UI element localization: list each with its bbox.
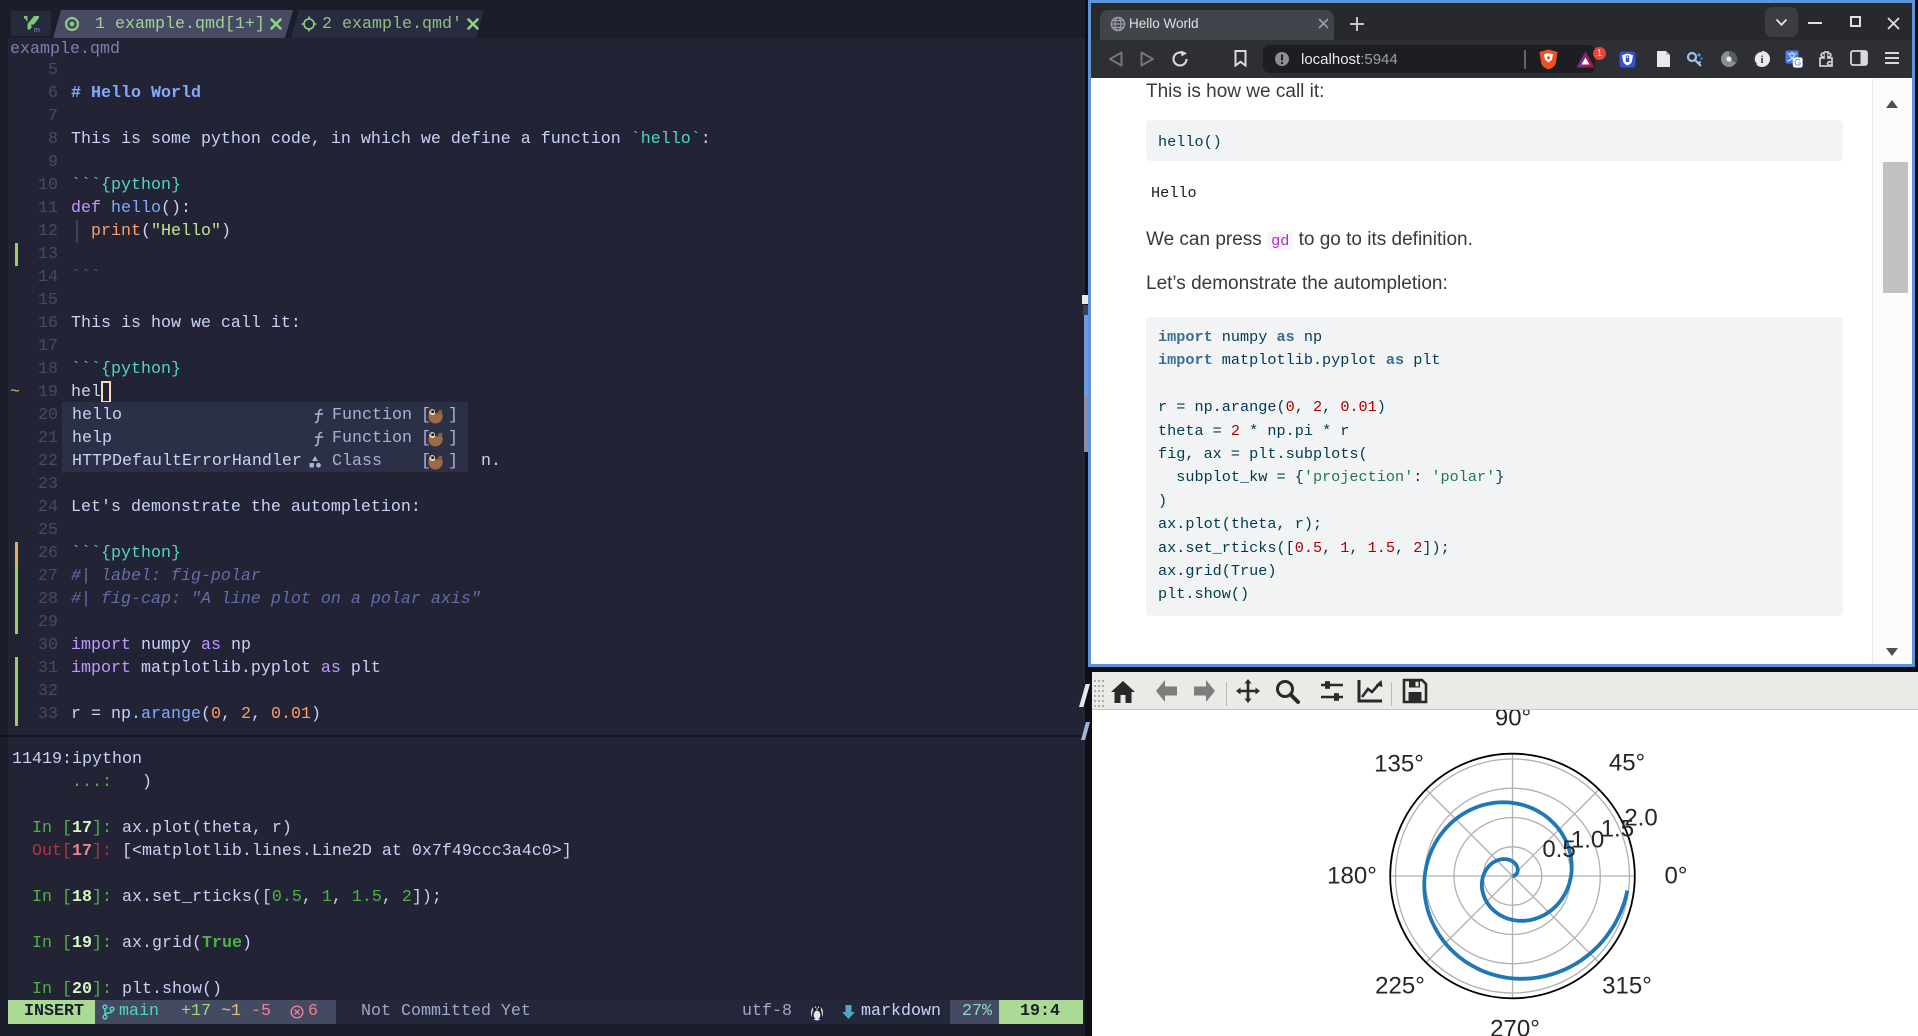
svg-text:225°: 225° bbox=[1375, 973, 1425, 1000]
svg-text:2.0: 2.0 bbox=[1624, 805, 1657, 832]
svg-text:G: G bbox=[1794, 58, 1801, 68]
svg-text:0°: 0° bbox=[1665, 863, 1688, 890]
svg-text:1.0: 1.0 bbox=[1571, 827, 1604, 854]
svg-text:90°: 90° bbox=[1495, 710, 1531, 732]
svg-text:45°: 45° bbox=[1609, 750, 1645, 777]
svg-text:135°: 135° bbox=[1374, 751, 1424, 778]
svg-text:i: i bbox=[1760, 54, 1763, 66]
svg-text:270°: 270° bbox=[1490, 1016, 1540, 1036]
svg-text:180°: 180° bbox=[1327, 863, 1377, 890]
svg-text:315°: 315° bbox=[1602, 973, 1652, 1000]
svg-text:m: m bbox=[34, 27, 40, 34]
